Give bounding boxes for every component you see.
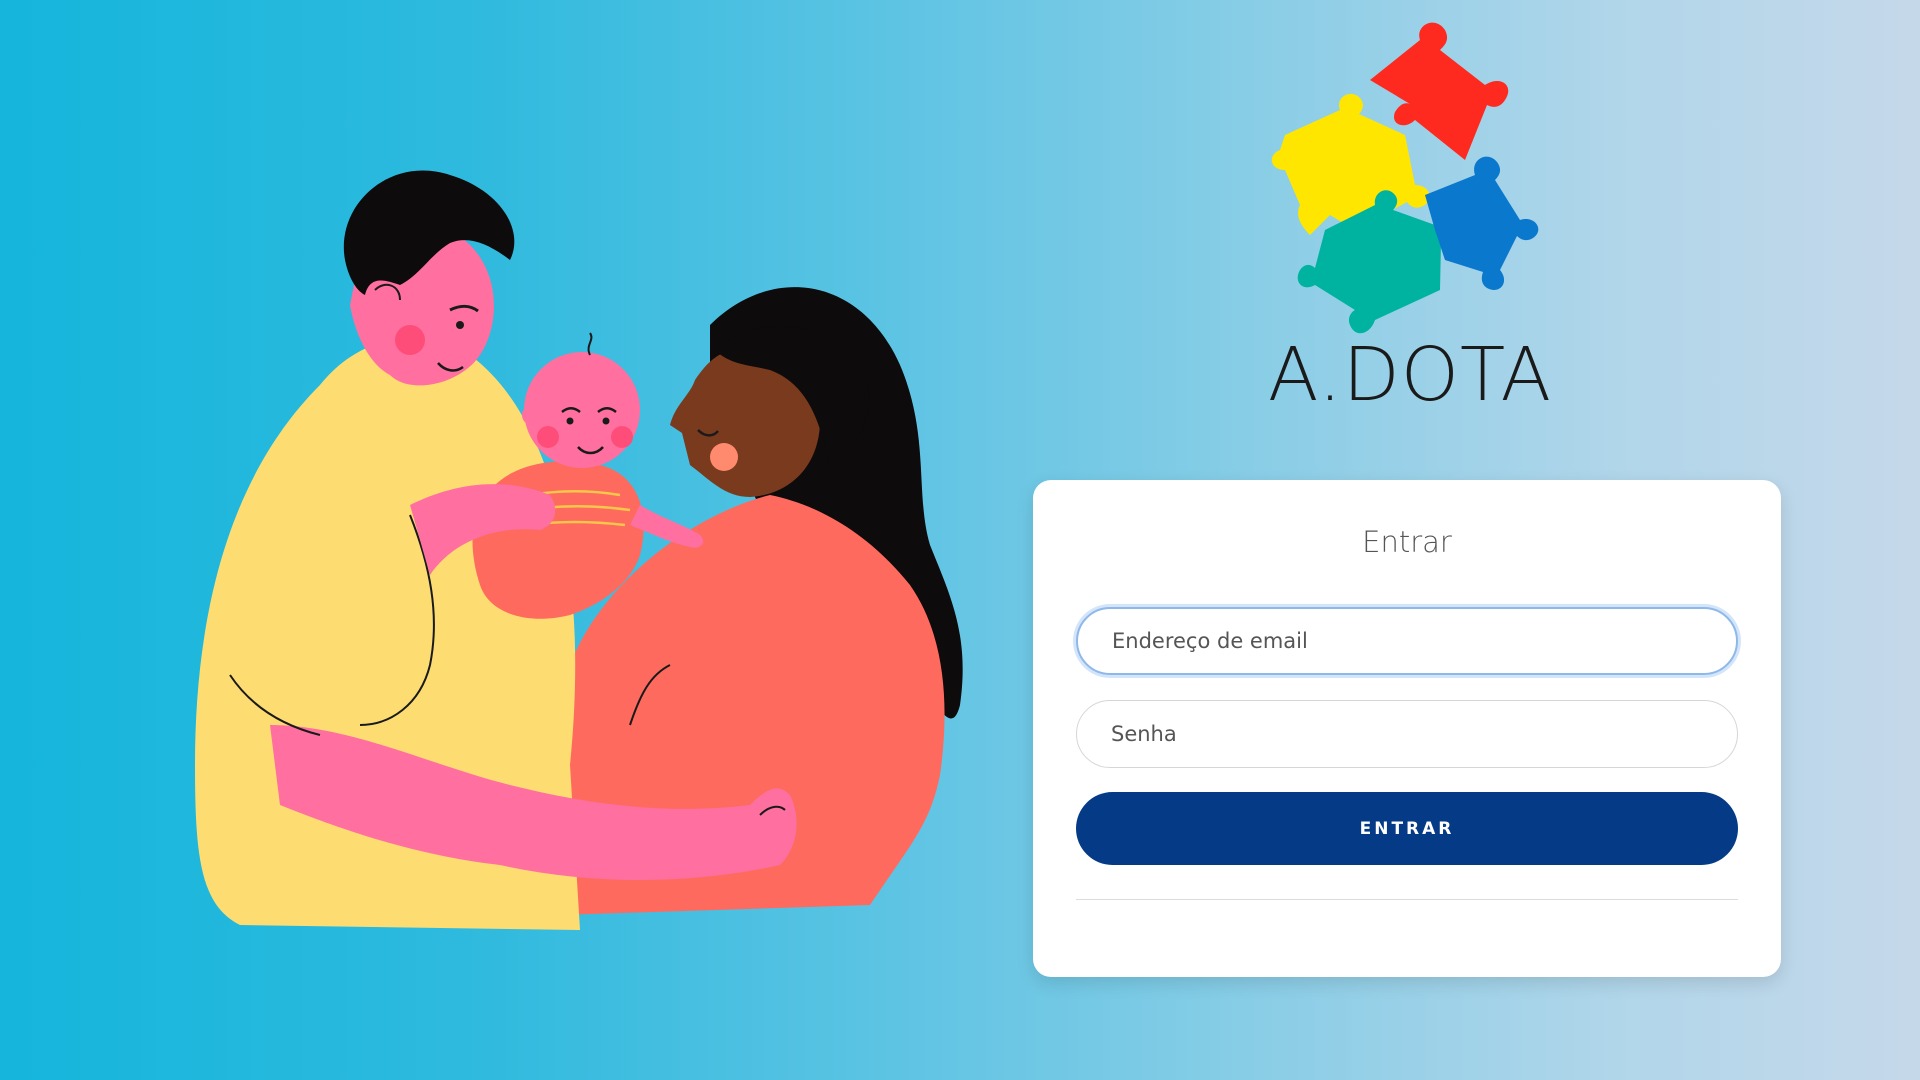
puzzle-icon bbox=[1271, 22, 1539, 334]
login-card: Entrar ENTRAR bbox=[1033, 480, 1781, 977]
brand-name: A.DOTA bbox=[1267, 332, 1553, 418]
divider bbox=[1076, 899, 1738, 900]
family-illustration bbox=[195, 170, 963, 930]
password-field[interactable] bbox=[1076, 700, 1738, 768]
puzzle-piece-blue bbox=[1425, 156, 1539, 290]
email-field[interactable] bbox=[1076, 607, 1738, 675]
login-title: Entrar bbox=[1362, 525, 1452, 559]
login-button[interactable]: ENTRAR bbox=[1076, 792, 1738, 865]
brand-logo: A.DOTA bbox=[1255, 20, 1585, 420]
